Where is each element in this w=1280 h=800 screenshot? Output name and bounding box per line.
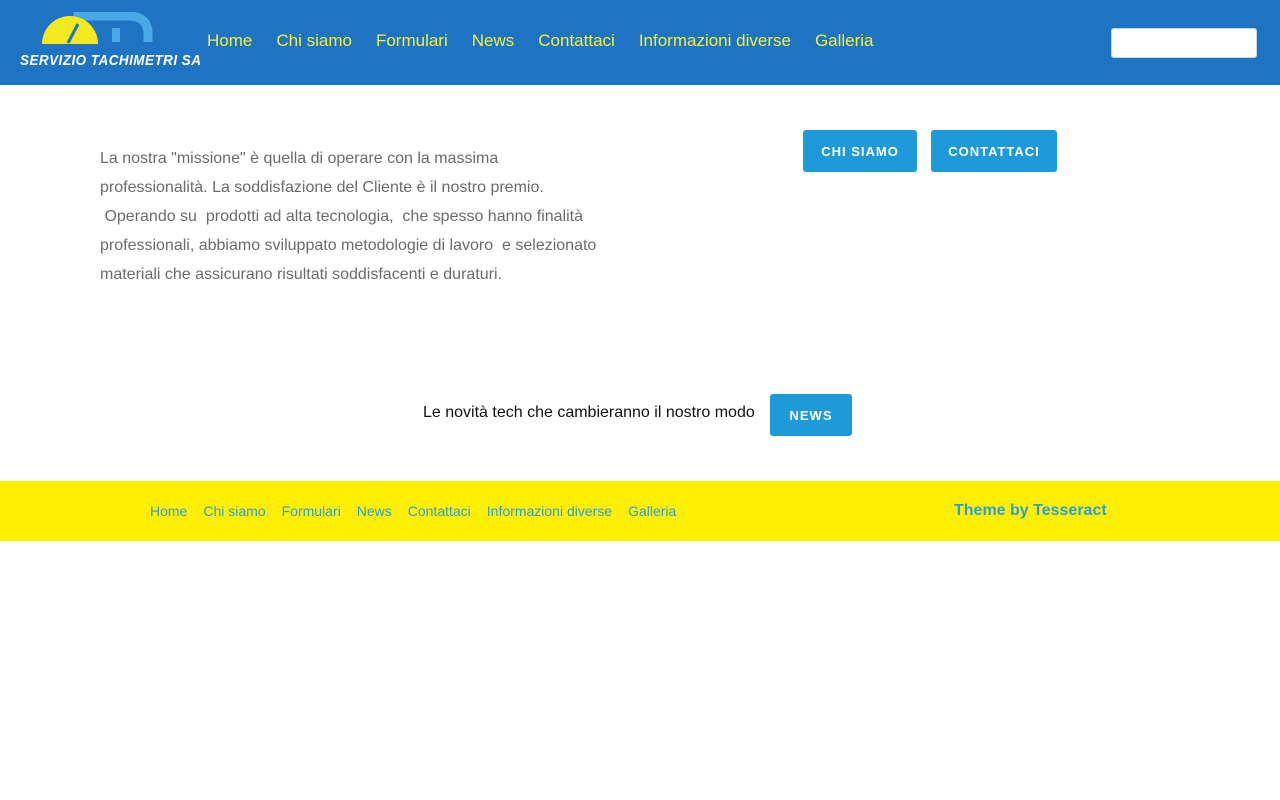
chi-siamo-button[interactable]: CHI SIAMO [803,130,917,172]
nav-home[interactable]: Home [207,31,252,51]
news-button[interactable]: NEWS [770,394,852,436]
theme-link[interactable]: Tesseract [1033,502,1107,519]
footer-nav-home[interactable]: Home [150,503,187,519]
footer-nav-news[interactable]: News [357,503,392,519]
nav-informazioni-diverse[interactable]: Informazioni diverse [639,31,791,51]
footer-nav-galleria[interactable]: Galleria [628,503,676,519]
contattaci-button[interactable]: CONTATTACI [931,130,1057,172]
theme-prefix: Theme by [954,502,1029,519]
site-footer: Home Chi siamo Formulari News Contattaci… [0,481,1280,541]
footer-nav-formulari[interactable]: Formulari [282,503,341,519]
theme-credit: Theme by Tesseract [954,502,1107,520]
footer-nav-chi-siamo[interactable]: Chi siamo [203,503,265,519]
mission-text: La nostra "missione" è quella di operare… [100,144,620,289]
footer-nav-informazioni-diverse[interactable]: Informazioni diverse [487,503,612,519]
mission-line: materiali che assicurano risultati soddi… [100,266,502,283]
nav-news[interactable]: News [472,31,515,51]
mission-line: Operando su prodotti ad alta tecnologia,… [100,208,583,225]
nav-chi-siamo[interactable]: Chi siamo [276,31,352,51]
main-nav: Home Chi siamo Formulari News Contattaci… [207,31,874,51]
footer-nav: Home Chi siamo Formulari News Contattaci… [150,503,676,519]
mission-line: professionali, abbiamo sviluppato metodo… [100,237,597,254]
mission-line: La nostra "missione" è quella di operare… [100,150,499,167]
site-logo[interactable]: SERVIZIO TACHIMETRI SA [18,12,202,72]
news-teaser: Le novità tech che cambieranno il nostro… [423,404,755,421]
footer-nav-contattaci[interactable]: Contattaci [408,503,471,519]
mission-line: professionalità. La soddisfazione del Cl… [100,179,544,196]
nav-formulari[interactable]: Formulari [376,31,448,51]
logo-text: SERVIZIO TACHIMETRI SA [20,52,202,69]
site-header: SERVIZIO TACHIMETRI SA Home Chi siamo Fo… [0,0,1280,85]
nav-galleria[interactable]: Galleria [815,31,874,51]
search-input[interactable] [1111,28,1257,58]
nav-contattaci[interactable]: Contattaci [538,31,615,51]
